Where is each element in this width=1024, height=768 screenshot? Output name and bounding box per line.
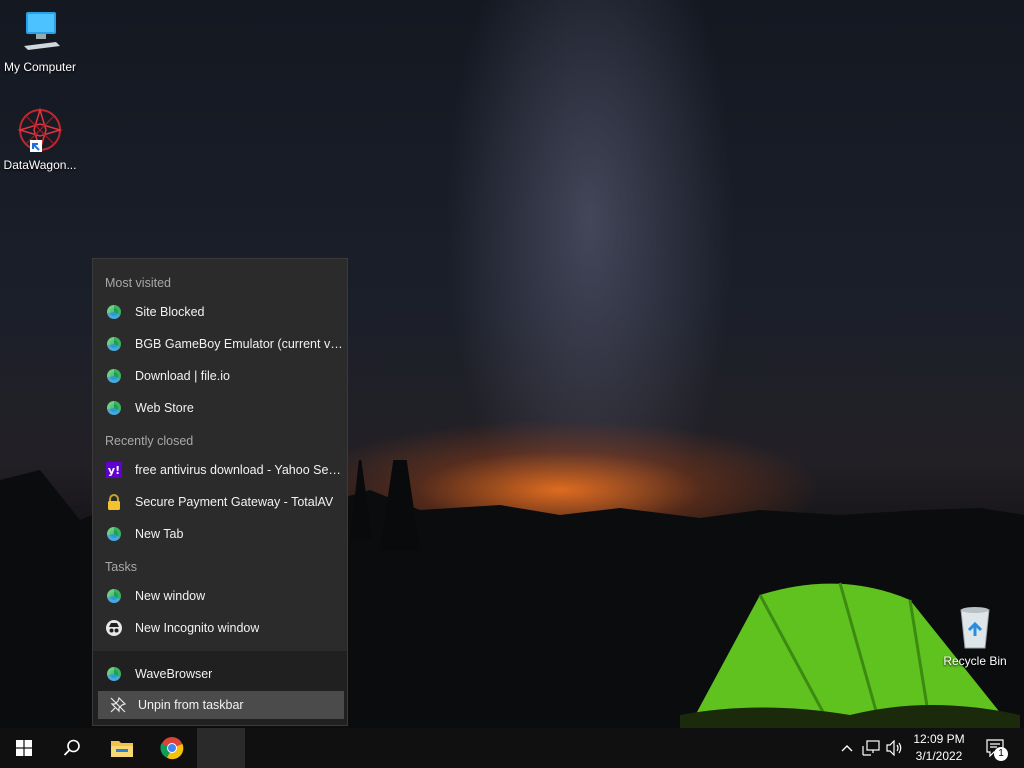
clock[interactable]: 12:09 PM 3/1/2022 [904, 731, 974, 765]
desktop-icon-label: DataWagon... [3, 158, 77, 172]
search-button[interactable] [48, 728, 96, 768]
desktop-icon-datawagon[interactable]: DataWagon... [0, 106, 80, 172]
jump-item-label: Download | file.io [135, 369, 230, 383]
volume-button[interactable] [884, 728, 906, 768]
taskbar: 12:09 PM 3/1/2022 1 [0, 728, 1024, 768]
jump-item-bgb-gameboy[interactable]: BGB GameBoy Emulator (current versi... [93, 329, 347, 359]
task-new-incognito-window[interactable]: New Incognito window [93, 613, 347, 643]
wavebrowser-icon [107, 667, 121, 681]
section-tasks: Tasks [105, 560, 137, 574]
jump-item-label: New Incognito window [135, 621, 260, 635]
clock-time: 12:09 PM [913, 732, 965, 746]
jump-item-yahoo-search[interactable]: y! free antivirus download - Yahoo Searc… [93, 455, 347, 485]
desktop-icon-recycle-bin[interactable]: Recycle Bin [935, 602, 1015, 668]
unpin-from-taskbar-button[interactable]: Unpin from taskbar [98, 691, 344, 719]
windows-logo-icon [16, 740, 32, 756]
desktop-icon-label: Recycle Bin [943, 654, 1007, 668]
action-center-button[interactable]: 1 [978, 728, 1014, 768]
search-icon [63, 739, 80, 756]
yahoo-icon: y! [106, 462, 122, 478]
edge-icon [107, 527, 121, 541]
chevron-up-icon [841, 745, 853, 752]
jump-item-new-tab[interactable]: New Tab [93, 519, 347, 549]
computer-icon [24, 12, 60, 50]
jump-list: Most visited Site Blocked BGB GameBoy Em… [92, 258, 348, 726]
unpin-label: Unpin from taskbar [138, 698, 244, 712]
jump-item-label: BGB GameBoy Emulator (current versi... [135, 337, 347, 351]
recycle-bin-icon [960, 607, 990, 649]
jump-item-label: Web Store [135, 401, 194, 415]
desktop-icon-my-computer[interactable]: My Computer [0, 8, 80, 74]
jump-item-label: free antivirus download - Yahoo Searc... [135, 463, 347, 477]
edge-icon [107, 589, 121, 603]
clock-date: 3/1/2022 [915, 749, 963, 763]
jump-item-label: Secure Payment Gateway - TotalAV [135, 495, 334, 509]
edge-icon [107, 369, 121, 383]
app-wavebrowser-item[interactable]: WaveBrowser [93, 659, 347, 689]
jump-item-label: New Tab [135, 527, 184, 541]
app-name: WaveBrowser [135, 667, 213, 681]
jump-item-file-io[interactable]: Download | file.io [93, 361, 347, 391]
jump-item-site-blocked[interactable]: Site Blocked [93, 297, 347, 327]
file-explorer-button[interactable] [98, 728, 146, 768]
edge-icon [107, 401, 121, 415]
task-new-window[interactable]: New window [93, 581, 347, 611]
file-explorer-icon [111, 741, 133, 757]
chrome-button[interactable] [148, 728, 196, 768]
unpin-icon [110, 697, 126, 713]
wavebrowser-taskbar-button[interactable] [197, 728, 245, 768]
section-most-visited: Most visited [105, 276, 171, 290]
edge-icon [107, 305, 121, 319]
network-button[interactable] [860, 728, 882, 768]
jump-item-label: New window [135, 589, 206, 603]
lock-icon [108, 494, 120, 510]
jump-item-totalav[interactable]: Secure Payment Gateway - TotalAV [93, 487, 347, 517]
incognito-icon [106, 620, 122, 636]
edge-icon [107, 337, 121, 351]
notification-count-badge: 1 [994, 747, 1008, 761]
show-hidden-icons-button[interactable] [838, 728, 856, 768]
jump-item-web-store[interactable]: Web Store [93, 393, 347, 423]
network-icon [862, 740, 880, 756]
jump-item-label: Site Blocked [135, 305, 205, 319]
chrome-icon [160, 737, 184, 760]
speaker-icon [886, 740, 902, 756]
start-button[interactable] [0, 728, 48, 768]
section-recently-closed: Recently closed [105, 434, 194, 448]
desktop-icon-label: My Computer [3, 60, 77, 74]
datawagon-icon [17, 107, 63, 153]
